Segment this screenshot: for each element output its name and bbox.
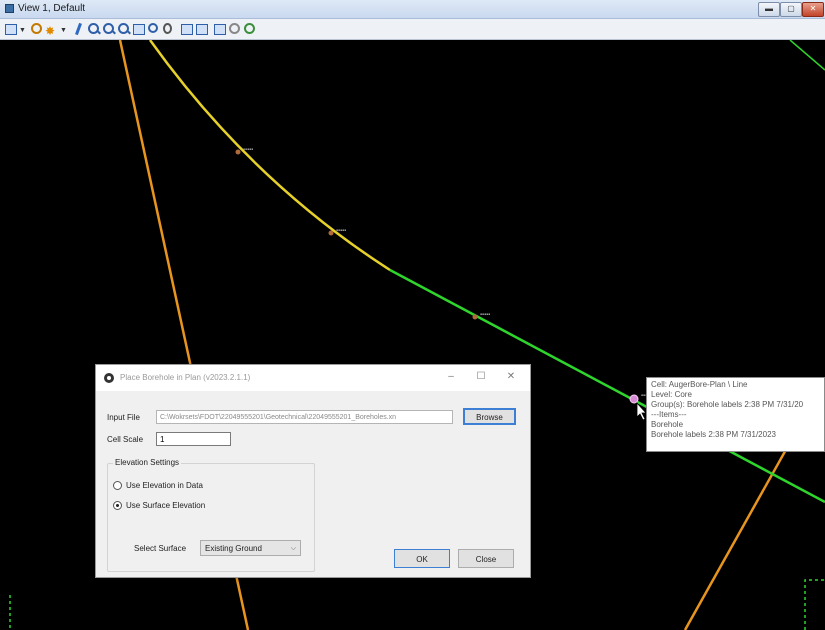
- dialog-maximize-icon[interactable]: ☐: [474, 372, 488, 382]
- dialog-minimize-icon[interactable]: –: [444, 372, 458, 382]
- fit-view-icon[interactable]: [132, 22, 146, 36]
- green-dashed-right: [804, 579, 825, 630]
- borehole-snap-point[interactable]: [629, 394, 639, 404]
- view-next-icon[interactable]: [180, 22, 194, 36]
- ok-button[interactable]: OK: [394, 549, 450, 568]
- tooltip-line: Level: Core: [651, 390, 692, 399]
- tooltip-line: Group(s): Borehole labels 2:38 PM 7/31/2…: [651, 400, 804, 409]
- use-surface-elevation-radio[interactable]: [113, 501, 122, 510]
- copy-view-icon[interactable]: [195, 22, 209, 36]
- walk-icon[interactable]: [243, 22, 257, 36]
- borehole-tag: ▪▪▪▪▪: [480, 312, 490, 316]
- rotate-view-icon[interactable]: [147, 22, 161, 36]
- use-elevation-in-data-label: Use Elevation in Data: [126, 481, 203, 490]
- yellow-curve: [148, 40, 391, 272]
- view-display-icon[interactable]: [4, 22, 18, 36]
- elevation-settings-label: Elevation Settings: [113, 458, 182, 467]
- tooltip-line: Cell: AugerBore-Plan \ Line: [651, 380, 748, 389]
- clip-volume-icon[interactable]: [228, 22, 242, 36]
- window-title-bar: View 1, Default ▬ ▢ ✕: [0, 0, 825, 19]
- tooltip-line: Borehole: [651, 420, 684, 429]
- use-elevation-in-data-radio[interactable]: [113, 481, 122, 490]
- sparkle-icon[interactable]: ✸: [45, 22, 59, 38]
- dialog-close-icon[interactable]: ✕: [504, 372, 518, 382]
- browse-button[interactable]: Browse: [463, 408, 516, 425]
- elevation-settings-group: Elevation Settings Use Elevation in Data…: [107, 458, 315, 572]
- view-window-icon: [5, 4, 14, 13]
- borehole-marker[interactable]: [472, 314, 478, 320]
- element-info-tooltip: Cell: AugerBore-Plan \ Line Level: Core …: [646, 377, 825, 452]
- window-title: View 1, Default: [18, 3, 86, 14]
- tooltip-line: Borehole labels 2:38 PM 7/31/2023: [651, 430, 776, 439]
- select-surface-value: Existing Ground: [205, 544, 262, 553]
- select-surface-dropdown[interactable]: Existing Ground ⌵: [200, 540, 301, 556]
- dropdown-arrow-icon[interactable]: ▼: [60, 22, 67, 36]
- maximize-icon[interactable]: ▢: [780, 2, 802, 17]
- view-attributes-icon[interactable]: [30, 22, 44, 36]
- close-button[interactable]: Close: [458, 549, 514, 568]
- borehole-marker[interactable]: [235, 149, 241, 155]
- cell-scale-label: Cell Scale: [107, 435, 144, 444]
- borehole-tag: ▪▪▪▪▪: [243, 147, 253, 151]
- input-file-field[interactable]: C:\Wokrsets\FDOT\22049555201\Geotechnica…: [156, 410, 453, 424]
- place-borehole-dialog: Place Borehole in Plan (v2023.2.1.1) – ☐…: [95, 364, 531, 578]
- tooltip-line: ---Items---: [651, 410, 687, 419]
- chevron-down-icon: ⌵: [290, 545, 296, 552]
- borehole-tag: ▪▪▪▪▪: [336, 228, 346, 232]
- dialog-title: Place Borehole in Plan (v2023.2.1.1): [120, 373, 251, 382]
- input-file-label: Input File: [107, 413, 140, 422]
- borehole-marker[interactable]: [328, 230, 334, 236]
- cell-scale-field[interactable]: 1: [156, 432, 231, 446]
- green-line-top-right: [789, 40, 825, 71]
- app-logo-icon: [104, 373, 114, 383]
- close-icon[interactable]: ✕: [802, 2, 824, 17]
- view-previous-icon[interactable]: [162, 22, 176, 36]
- window-area-icon[interactable]: [117, 22, 131, 36]
- use-surface-elevation-label: Use Surface Elevation: [126, 501, 206, 510]
- dialog-title-bar[interactable]: Place Borehole in Plan (v2023.2.1.1) – ☐…: [96, 365, 530, 391]
- minimize-icon[interactable]: ▬: [758, 2, 780, 17]
- dropdown-arrow-icon[interactable]: ▼: [19, 22, 26, 36]
- pan-hand-icon[interactable]: [72, 22, 86, 36]
- zoom-in-icon[interactable]: [87, 22, 101, 36]
- select-surface-label: Select Surface: [134, 544, 187, 553]
- view-toolbar: ▼ ✸ ▼: [0, 19, 825, 40]
- zoom-out-icon[interactable]: [102, 22, 116, 36]
- camera-icon[interactable]: [213, 22, 227, 36]
